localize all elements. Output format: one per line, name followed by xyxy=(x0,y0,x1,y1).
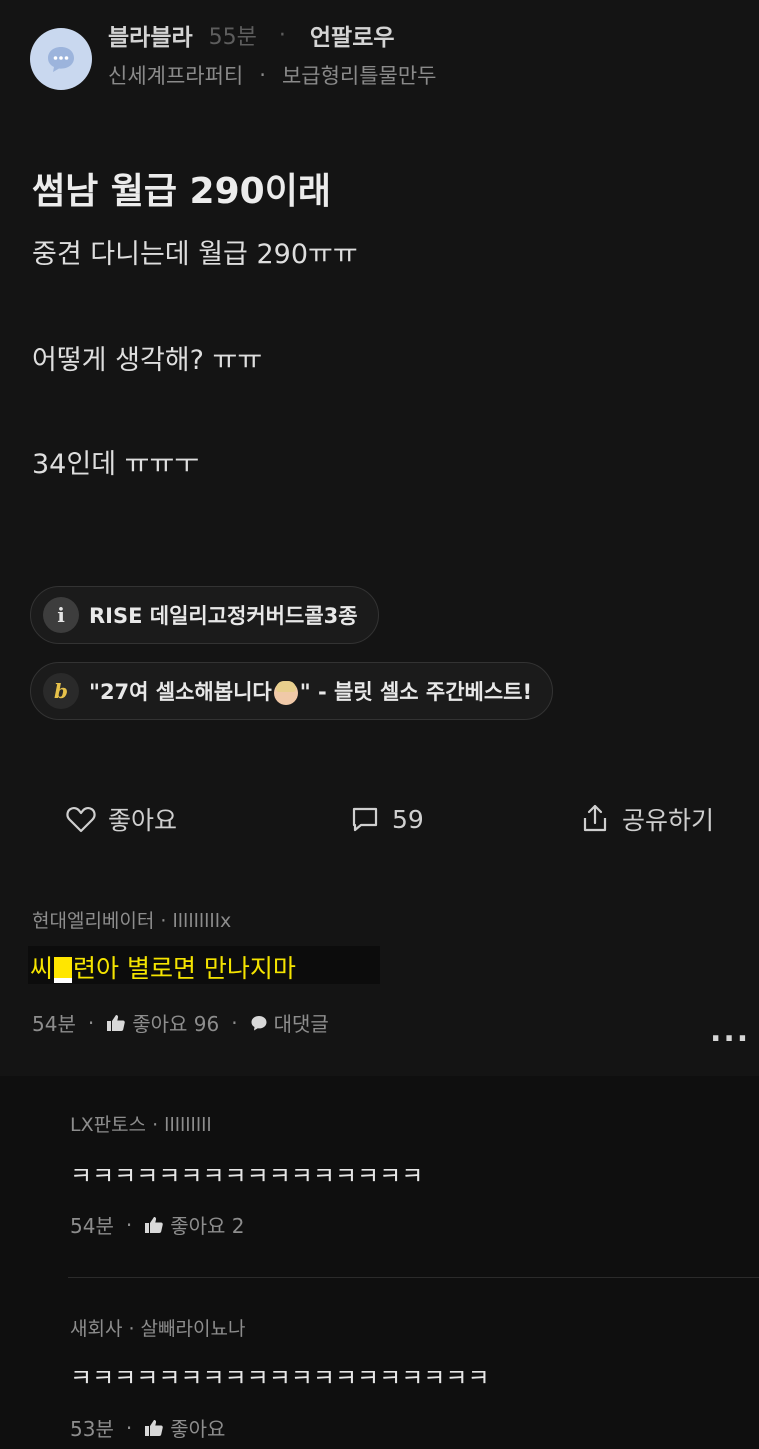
reply-author[interactable]: 새회사 · 살빼라이뇨나 xyxy=(70,1314,245,1341)
thumbs-up-icon xyxy=(145,1216,163,1233)
thumbs-up-icon xyxy=(107,1014,125,1031)
reply-like-label: 좋아요 xyxy=(170,1417,226,1441)
separator-dot: · xyxy=(259,63,266,87)
reply-time: 53분 xyxy=(70,1417,114,1441)
author-meta: 신세계프라퍼티 · 보급형리틀물만두 xyxy=(108,58,437,92)
best-post-label: "27여 셀소해봅니다 " - 블릿 셀소 주간베스트! xyxy=(89,680,533,705)
best-post-chip[interactable]: b "27여 셀소해봅니다 " - 블릿 셀소 주간베스트! xyxy=(30,662,554,720)
info-icon: i xyxy=(43,597,79,633)
ad-chip-label: RISE 데일리고정커버드콜3종 xyxy=(89,604,358,628)
divider xyxy=(68,1277,759,1278)
more-options-icon[interactable]: ... xyxy=(710,1014,750,1049)
separator-dot: · xyxy=(125,1415,133,1440)
reply-text: ㅋㅋㅋㅋㅋㅋㅋㅋㅋㅋㅋㅋㅋㅋㅋㅋ xyxy=(70,1162,424,1190)
comment-like-button[interactable]: 좋아요 96 xyxy=(106,1008,219,1037)
reply-like-button[interactable]: 좋아요 xyxy=(144,1413,225,1442)
comment-author[interactable]: 현대엘리베이터 · lllllllllx xyxy=(32,906,231,933)
author-nickname: 보급형리틀물만두 xyxy=(281,64,437,88)
comment-icon xyxy=(352,807,378,832)
comment-button[interactable]: 59 xyxy=(348,796,424,842)
author-name[interactable]: 블라블라 xyxy=(108,18,193,52)
share-icon xyxy=(583,804,607,832)
comment-count: 59 xyxy=(392,804,424,834)
post-body-line: 34인데 ㅠㅠㅜ xyxy=(32,449,200,480)
comment-time: 54분 xyxy=(32,1012,76,1036)
comment-footer: 54분 · 좋아요 96 · 대댓글 xyxy=(32,1008,329,1037)
post-body-line: 어떻게 생각해? ㅠㅠ xyxy=(32,345,263,376)
reply-button[interactable]: 대댓글 xyxy=(250,1008,329,1037)
thumbs-up-icon xyxy=(145,1419,163,1436)
separator-dot: · xyxy=(87,1010,95,1035)
share-label: 공유하기 xyxy=(622,806,715,835)
censor-block xyxy=(54,957,73,983)
blind-logo-icon: b xyxy=(43,673,79,709)
reply-label: 대댓글 xyxy=(273,1012,329,1036)
avatar[interactable] xyxy=(30,28,92,90)
chat-bubble-icon xyxy=(48,47,74,72)
reply-like-count: 좋아요 2 xyxy=(170,1214,245,1238)
comment-like-count: 좋아요 96 xyxy=(132,1012,220,1036)
author-line: 블라블라 55분 · 언팔로우 xyxy=(108,18,395,52)
heart-icon xyxy=(66,806,96,833)
author-company[interactable]: 신세계프라퍼티 xyxy=(108,60,243,90)
reply-footer: 54분 · 좋아요 2 xyxy=(70,1210,245,1239)
speech-bubble-icon xyxy=(251,1015,267,1030)
separator-dot: · xyxy=(278,22,286,48)
post-time: 55분 xyxy=(208,25,257,50)
like-label: 좋아요 xyxy=(108,806,178,835)
post-title: 썸남 월급 290이래 xyxy=(32,171,331,212)
post-body-line: 중견 다니는데 월급 290ㅠㅠ xyxy=(32,239,358,270)
separator-dot: · xyxy=(125,1212,133,1237)
person-emoji-icon xyxy=(273,681,298,705)
reply-like-button[interactable]: 좋아요 2 xyxy=(144,1210,245,1239)
reply-author[interactable]: LX판토스 · lllllllll xyxy=(70,1110,212,1137)
reply-text: ㅋㅋㅋㅋㅋㅋㅋㅋㅋㅋㅋㅋㅋㅋㅋㅋㅋㅋㅋ xyxy=(70,1364,490,1392)
like-button[interactable]: 좋아요 xyxy=(64,796,177,842)
reply-time: 54분 xyxy=(70,1214,114,1238)
share-button[interactable]: 공유하기 xyxy=(578,796,714,842)
comment-text: 씨 련아 별로면 만나지마 xyxy=(30,954,296,983)
ad-chip[interactable]: i RISE 데일리고정커버드콜3종 xyxy=(30,586,379,644)
separator-dot: · xyxy=(231,1010,238,1035)
reply-footer: 53분 · 좋아요 xyxy=(70,1413,225,1442)
unfollow-button[interactable]: 언팔로우 xyxy=(310,18,395,52)
